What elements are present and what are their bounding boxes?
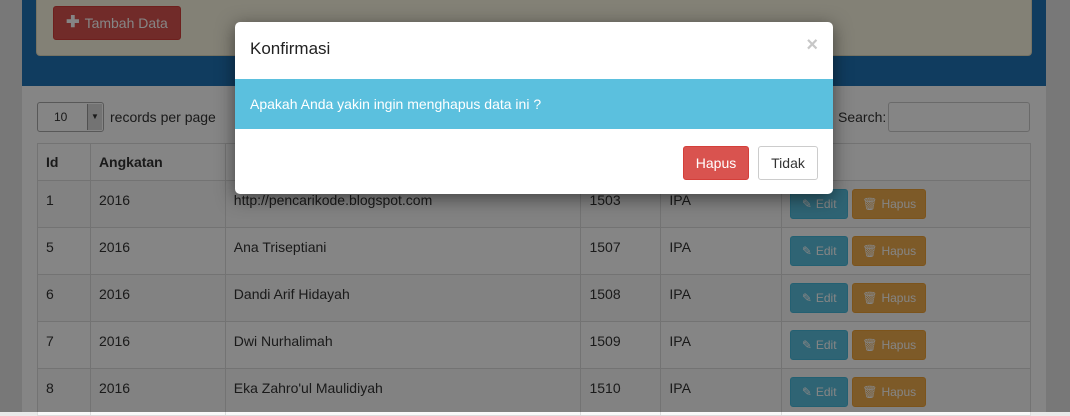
dialog-header: Konfirmasi ×: [235, 22, 833, 79]
dialog-title: Konfirmasi: [250, 39, 331, 58]
cancel-button[interactable]: Tidak: [758, 146, 818, 180]
dialog-message: Apakah Anda yakin ingin menghapus data i…: [235, 79, 833, 129]
confirm-delete-button[interactable]: Hapus: [683, 146, 749, 180]
confirm-dialog: Konfirmasi × Apakah Anda yakin ingin men…: [235, 22, 833, 194]
close-icon[interactable]: ×: [806, 35, 818, 55]
dialog-footer: Hapus Tidak: [235, 129, 833, 194]
